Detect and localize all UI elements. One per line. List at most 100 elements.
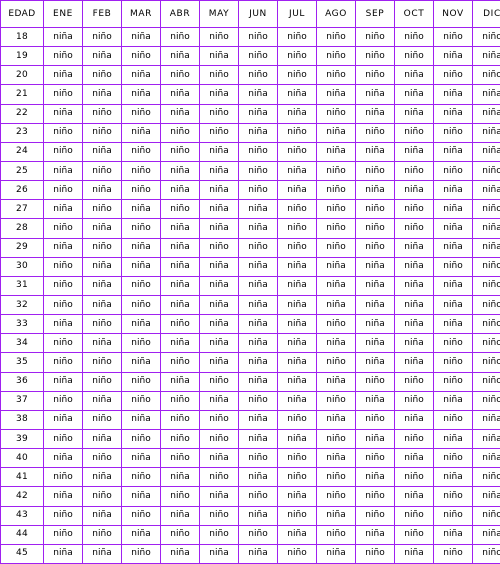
prediction-cell-40-mar: niña <box>122 449 160 468</box>
prediction-cell-45-mar: niño <box>122 544 160 563</box>
prediction-cell-28-nov: niña <box>434 219 472 238</box>
prediction-cell-37-oct: niño <box>395 391 433 410</box>
age-cell-27: 27 <box>1 200 43 219</box>
prediction-cell-25-abr: niña <box>161 161 199 181</box>
prediction-cell-26-mar: niño <box>122 181 160 200</box>
prediction-cell-32-may: niña <box>200 295 238 315</box>
prediction-cell-25-nov: niño <box>434 161 472 181</box>
prediction-cell-30-jul: niña <box>278 257 316 276</box>
prediction-cell-32-sep: niña <box>356 295 394 315</box>
prediction-cell-37-abr: niño <box>161 391 199 410</box>
column-header-edad: EDAD <box>1 1 43 27</box>
prediction-cell-41-ene: niño <box>44 468 82 487</box>
age-cell-43: 43 <box>1 506 43 525</box>
table-row: 34 niño niña niño niña niña niña niña niña niña ni… <box>1 334 500 353</box>
prediction-cell-27-sep: niño <box>356 200 394 219</box>
column-header-oct: OCT <box>395 1 433 27</box>
prediction-cell-34-ago: niña <box>317 334 355 353</box>
column-header-abr: ABR <box>161 1 199 27</box>
prediction-cell-27-ago: niño <box>317 200 355 219</box>
prediction-cell-40-feb: niño <box>83 449 121 468</box>
prediction-cell-18-abr: niño <box>161 28 199 47</box>
prediction-cell-37-ene: niño <box>44 391 82 410</box>
prediction-cell-43-dic: niño <box>473 506 500 525</box>
prediction-cell-18-jun: niño <box>239 28 277 47</box>
prediction-cell-21-mar: niña <box>122 85 160 104</box>
prediction-cell-30-may: niña <box>200 257 238 276</box>
prediction-cell-21-jul: niña <box>278 85 316 104</box>
prediction-cell-44-mar: niña <box>122 525 160 544</box>
age-cell-45: 45 <box>1 544 43 563</box>
prediction-cell-26-abr: niña <box>161 181 199 200</box>
prediction-cell-29-jun: niño <box>239 238 277 257</box>
prediction-cell-31-oct: niña <box>395 276 433 295</box>
prediction-cell-21-sep: niña <box>356 85 394 104</box>
prediction-cell-32-ago: niña <box>317 295 355 315</box>
prediction-cell-24-nov: niña <box>434 142 472 161</box>
prediction-cell-18-dic: niño <box>473 28 500 47</box>
table-row: 18 niña niño niña niño niño niño niño niño niño ni… <box>1 28 500 47</box>
table-row: 21 niño niña niña niña niña niña niña niña niña ni… <box>1 85 500 104</box>
prediction-cell-23-jul: niño <box>278 123 316 142</box>
prediction-cell-38-ago: niña <box>317 410 355 429</box>
prediction-cell-29-feb: niño <box>83 238 121 257</box>
prediction-cell-30-jun: niña <box>239 257 277 276</box>
prediction-cell-18-oct: niño <box>395 28 433 47</box>
prediction-cell-21-abr: niña <box>161 85 199 104</box>
prediction-cell-18-jul: niño <box>278 28 316 47</box>
prediction-cell-23-abr: niño <box>161 123 199 142</box>
prediction-cell-26-jun: niño <box>239 181 277 200</box>
age-cell-24: 24 <box>1 142 43 161</box>
prediction-cell-32-mar: niño <box>122 295 160 315</box>
prediction-cell-19-abr: niña <box>161 47 199 66</box>
prediction-cell-44-oct: niño <box>395 525 433 544</box>
prediction-cell-32-oct: niña <box>395 295 433 315</box>
prediction-cell-24-mar: niño <box>122 142 160 161</box>
column-header-dic: DIC <box>473 1 500 27</box>
prediction-cell-21-jun: niña <box>239 85 277 104</box>
prediction-cell-33-ene: niña <box>44 315 82 334</box>
prediction-cell-30-ago: niña <box>317 257 355 276</box>
prediction-cell-26-ene: niño <box>44 181 82 200</box>
prediction-cell-44-ene: niño <box>44 525 82 544</box>
column-header-jun: JUN <box>239 1 277 27</box>
prediction-cell-26-feb: niña <box>83 181 121 200</box>
prediction-cell-42-ago: niño <box>317 487 355 506</box>
age-cell-32: 32 <box>1 295 43 315</box>
table-row: 28 niño niña niño niña niña niña niño niño niño ni… <box>1 219 500 238</box>
age-cell-23: 23 <box>1 123 43 142</box>
prediction-cell-23-dic: niña <box>473 123 500 142</box>
prediction-cell-20-may: niño <box>200 66 238 85</box>
prediction-cell-24-may: niña <box>200 142 238 161</box>
prediction-cell-25-sep: niño <box>356 161 394 181</box>
prediction-cell-23-sep: niño <box>356 123 394 142</box>
prediction-cell-24-oct: niña <box>395 142 433 161</box>
prediction-cell-44-jul: niña <box>278 525 316 544</box>
column-header-sep: SEP <box>356 1 394 27</box>
table-row: 31 niño niña niño niña niña niña niña niña niña ni… <box>1 276 500 295</box>
prediction-cell-28-feb: niña <box>83 219 121 238</box>
prediction-cell-30-mar: niña <box>122 257 160 276</box>
prediction-cell-31-jul: niña <box>278 276 316 295</box>
prediction-cell-39-abr: niño <box>161 429 199 449</box>
prediction-cell-25-dic: niño <box>473 161 500 181</box>
age-cell-22: 22 <box>1 104 43 123</box>
prediction-cell-34-sep: niña <box>356 334 394 353</box>
prediction-cell-33-nov: niña <box>434 315 472 334</box>
age-cell-29: 29 <box>1 238 43 257</box>
prediction-cell-33-jun: niña <box>239 315 277 334</box>
table-row: 44 niño niño niña niño niño niño niña niño niña ni… <box>1 525 500 544</box>
prediction-cell-22-mar: niño <box>122 104 160 123</box>
prediction-cell-41-oct: niño <box>395 468 433 487</box>
table-row: 32 niño niña niño niña niña niña niña niña niña ni… <box>1 295 500 315</box>
column-header-mar: MAR <box>122 1 160 27</box>
prediction-cell-31-mar: niño <box>122 276 160 295</box>
prediction-cell-40-ago: niña <box>317 449 355 468</box>
prediction-cell-38-dic: niña <box>473 410 500 429</box>
prediction-cell-31-dic: niño <box>473 276 500 295</box>
prediction-cell-42-feb: niño <box>83 487 121 506</box>
prediction-cell-42-jul: niña <box>278 487 316 506</box>
prediction-cell-38-mar: niña <box>122 410 160 429</box>
table-row: 35 niño niño niña niño niña niña niña niño niña ni… <box>1 353 500 372</box>
prediction-cell-39-oct: niño <box>395 429 433 449</box>
